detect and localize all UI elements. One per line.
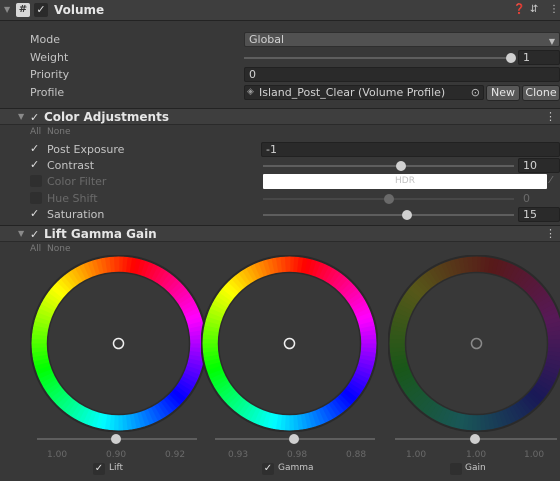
saturation-label: Saturation: [47, 208, 105, 221]
gain-b-value: 1.00: [524, 450, 545, 460]
weight-row: Weight 1: [0, 49, 560, 67]
settings-icon[interactable]: ⇵: [530, 4, 538, 15]
priority-field[interactable]: 0: [244, 67, 560, 82]
saturation-value-field[interactable]: 15: [518, 207, 560, 222]
lift-r-value: 1.00: [47, 450, 68, 460]
lift-gamma-gain-header[interactable]: ▼ ✓ Lift Gamma Gain ⋮: [0, 225, 560, 242]
lift-gamma-gain-enabled-checkbox[interactable]: ✓: [30, 228, 39, 241]
wheel-center: [217, 271, 362, 416]
contrast-slider-track[interactable]: [263, 165, 514, 167]
wheel-center: [46, 271, 191, 416]
all-toggle[interactable]: All: [30, 244, 41, 254]
post-exposure-label: Post Exposure: [47, 143, 125, 156]
gamma-color-wheel[interactable]: [201, 255, 378, 432]
gain-g-value: 1.00: [466, 450, 487, 460]
volume-header[interactable]: ▼ # ✓ Volume ❓ ⇵ ⋮: [0, 0, 560, 21]
gain-slider-knob[interactable]: [470, 434, 480, 444]
menu-icon[interactable]: ⋮: [545, 227, 556, 240]
gamma-b-value: 0.88: [346, 450, 367, 460]
saturation-slider-track[interactable]: [263, 214, 514, 216]
hue-shift-override-checkbox[interactable]: [30, 192, 42, 204]
post-exposure-override-checkbox[interactable]: ✓: [30, 143, 42, 155]
object-picker-icon[interactable]: ⊙: [471, 86, 480, 99]
mode-value: Global: [249, 33, 285, 46]
component-title: Volume: [54, 3, 105, 17]
wheel-hue-segment: [113, 256, 120, 273]
lift-label: Lift: [109, 463, 124, 473]
weight-value-field[interactable]: 1: [518, 50, 560, 65]
hue-shift-label: Hue Shift: [47, 192, 98, 205]
section-title: Lift Gamma Gain: [44, 227, 157, 241]
weight-slider-knob[interactable]: [506, 53, 516, 63]
color-filter-label: Color Filter: [47, 175, 107, 188]
color-filter-row: Color Filter HDR ⁄: [0, 173, 560, 191]
wheel-hue-segment: [471, 256, 478, 273]
contrast-override-checkbox[interactable]: ✓: [30, 159, 42, 171]
profile-asset-icon: ◈: [247, 87, 254, 97]
lift-override-checkbox[interactable]: ✓: [93, 463, 105, 475]
color-filter-swatch[interactable]: HDR: [263, 174, 547, 189]
gamma-override-checkbox[interactable]: ✓: [262, 463, 274, 475]
lift-slider-knob[interactable]: [111, 434, 121, 444]
new-profile-button[interactable]: New: [486, 85, 520, 101]
chevron-down-icon: ▼: [548, 37, 555, 46]
clone-profile-button[interactable]: Clone: [522, 85, 560, 101]
all-toggle[interactable]: All: [30, 127, 41, 137]
contrast-slider-knob[interactable]: [396, 161, 406, 171]
hue-shift-value-field[interactable]: 0: [518, 191, 560, 206]
mode-dropdown[interactable]: Global ▼: [244, 32, 560, 47]
profile-value: Island_Post_Clear (Volume Profile): [259, 86, 446, 99]
priority-label: Priority: [30, 68, 70, 81]
profile-label: Profile: [30, 86, 65, 99]
gamma-label: Gamma: [278, 463, 314, 473]
profile-object-field[interactable]: ◈ Island_Post_Clear (Volume Profile) ⊙: [244, 85, 484, 100]
wheel-hue-segment: [284, 256, 291, 273]
gain-color-wheel[interactable]: [388, 255, 560, 432]
gamma-slider-knob[interactable]: [289, 434, 299, 444]
collapse-arrow-icon[interactable]: ▼: [18, 229, 24, 238]
contrast-label: Contrast: [47, 159, 95, 172]
gamma-r-value: 0.93: [228, 450, 249, 460]
weight-label: Weight: [30, 51, 69, 64]
post-exposure-field[interactable]: -1: [261, 142, 560, 157]
lift-g-value: 0.90: [106, 450, 127, 460]
weight-slider-track[interactable]: [244, 57, 512, 59]
color-adjustments-enabled-checkbox[interactable]: ✓: [30, 111, 39, 124]
gamma-g-value: 0.98: [287, 450, 308, 460]
none-toggle[interactable]: None: [47, 127, 70, 137]
volume-component-icon: #: [16, 3, 30, 17]
section-title: Color Adjustments: [44, 110, 169, 124]
collapse-arrow-icon[interactable]: ▼: [18, 112, 24, 121]
saturation-row: ✓ Saturation 15: [0, 206, 560, 224]
menu-icon[interactable]: ⋮: [549, 4, 559, 15]
profile-row: Profile ◈ Island_Post_Clear (Volume Prof…: [0, 84, 560, 102]
saturation-slider-knob[interactable]: [402, 210, 412, 220]
priority-row: Priority 0: [0, 66, 560, 84]
color-adjustments-header[interactable]: ▼ ✓ Color Adjustments ⋮: [0, 108, 560, 125]
mode-row: Mode Global ▼: [0, 31, 560, 49]
wheel-center: [404, 271, 549, 416]
gain-label: Gain: [465, 463, 486, 473]
menu-icon[interactable]: ⋮: [545, 110, 556, 123]
hue-shift-slider-knob[interactable]: [384, 194, 394, 204]
mode-label: Mode: [30, 33, 60, 46]
color-filter-override-checkbox[interactable]: [30, 175, 42, 187]
volume-enabled-checkbox[interactable]: ✓: [34, 3, 48, 17]
none-toggle[interactable]: None: [47, 244, 70, 254]
help-icon[interactable]: ❓: [513, 4, 525, 15]
lift-b-value: 0.92: [165, 450, 186, 460]
saturation-override-checkbox[interactable]: ✓: [30, 208, 42, 220]
gain-override-checkbox[interactable]: [450, 463, 462, 475]
lift-color-wheel[interactable]: [30, 255, 207, 432]
collapse-arrow-icon[interactable]: ▼: [4, 5, 10, 14]
contrast-value-field[interactable]: 10: [518, 158, 560, 173]
eyedropper-icon[interactable]: ⁄: [550, 175, 552, 186]
gain-r-value: 1.00: [406, 450, 427, 460]
